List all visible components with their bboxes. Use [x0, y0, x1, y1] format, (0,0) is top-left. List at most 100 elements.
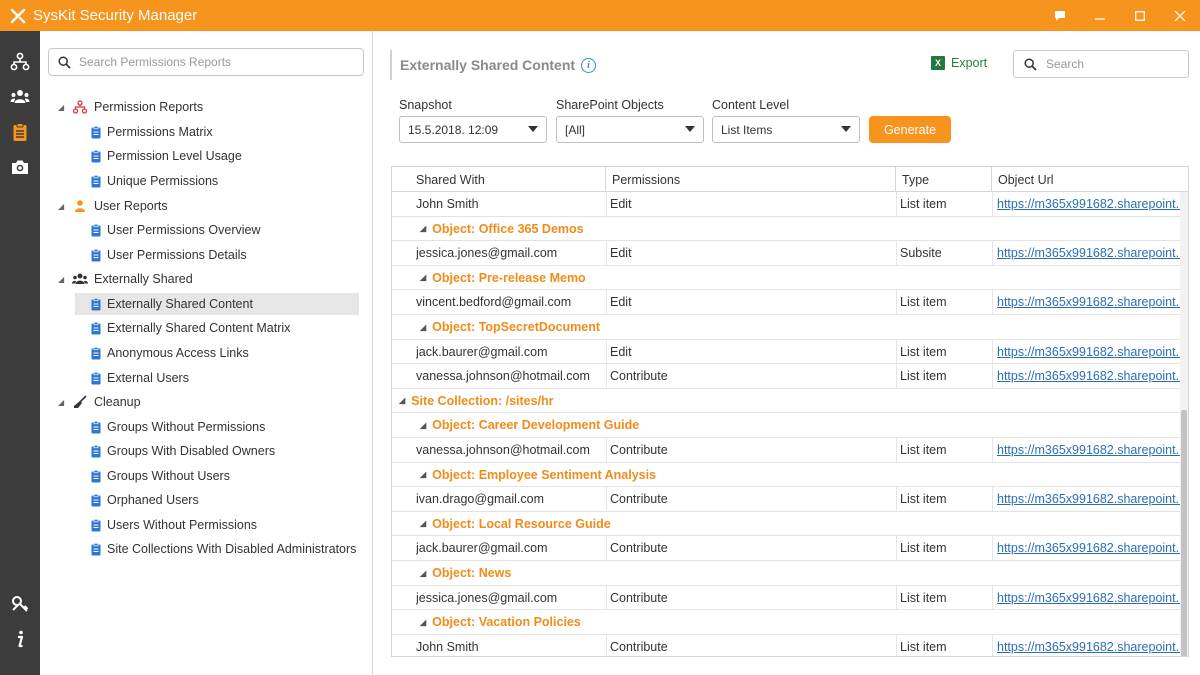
object-group-row[interactable]: ◢ Object: News — [392, 561, 1182, 586]
content-search-box[interactable] — [1013, 50, 1189, 78]
generate-button[interactable]: Generate — [869, 116, 951, 143]
object-url-link[interactable]: https://m365x991682.sharepoint... — [997, 290, 1182, 314]
object-group-row[interactable]: ◢ Object: Office 365 Demos — [392, 217, 1182, 242]
tree-item-external-users[interactable]: External Users — [40, 367, 189, 389]
site-collection-group-row[interactable]: ◢ Site Collection: /sites/hr — [392, 389, 1182, 414]
object-group-row[interactable]: ◢ Object: Employee Sentiment Analysis — [392, 463, 1182, 488]
tree-group-user-reports[interactable]: ◢ User Reports — [40, 195, 168, 217]
tree-item-permission-level-usage[interactable]: Permission Level Usage — [40, 145, 242, 167]
object-url-link[interactable]: https://m365x991682.sharepoint... — [997, 487, 1182, 511]
caret-down-icon[interactable]: ◢ — [420, 273, 426, 282]
tree-group-externally-shared[interactable]: ◢ Externally Shared — [40, 268, 193, 290]
group-header: ◢ Object: Vacation Policies — [420, 610, 581, 634]
object-group-row[interactable]: ◢ Object: Vacation Policies — [392, 610, 1182, 635]
column-header-type[interactable]: Type — [896, 167, 992, 192]
object-group-row[interactable]: ◢ Object: Career Development Guide — [392, 413, 1182, 438]
tree-group-permission-reports[interactable]: ◢ Permission Reports — [40, 96, 203, 118]
object-group-row[interactable]: ◢ Object: Pre-release Memo — [392, 266, 1182, 291]
sharepoint-objects-dropdown[interactable]: [All] — [556, 116, 704, 143]
clipboard-icon — [91, 125, 101, 139]
tree-item-anonymous-access-links[interactable]: Anonymous Access Links — [40, 342, 249, 364]
table-row[interactable]: jack.baurer@gmail.com Contribute List item… — [392, 536, 1182, 561]
tree-item-users-without-permissions[interactable]: Users Without Permissions — [40, 514, 257, 536]
object-url-link[interactable]: https://m365x991682.sharepoint... — [997, 586, 1182, 610]
table-row[interactable]: vanessa.johnson@hotmail.com Contribute Lis… — [392, 438, 1182, 463]
clipboard-icon — [91, 542, 101, 556]
users-icon[interactable] — [0, 80, 40, 114]
table-row[interactable]: John Smith Contribute List item https://m36… — [392, 634, 1182, 656]
feedback-icon[interactable] — [1040, 0, 1080, 31]
clipboard-icon — [91, 248, 101, 262]
column-header-permissions[interactable]: Permissions — [606, 167, 896, 192]
column-separator — [992, 241, 993, 266]
tree-search-input[interactable] — [79, 55, 349, 69]
caret-down-icon[interactable]: ◢ — [420, 569, 426, 578]
clipboard-icon[interactable] — [0, 115, 40, 149]
tree-item-label: Groups Without Permissions — [107, 420, 266, 434]
caret-down-icon[interactable]: ◢ — [420, 323, 426, 332]
caret-down-icon[interactable]: ◢ — [420, 421, 426, 430]
object-url-link[interactable]: https://m365x991682.sharepoint... — [997, 635, 1182, 656]
table-row[interactable]: jack.baurer@gmail.com Edit List item https:… — [392, 339, 1182, 365]
tree-item-site-collections-with-disabled-administrators[interactable]: Site Collections With Disabled Administr… — [40, 538, 356, 560]
export-button[interactable]: X Export — [931, 56, 987, 70]
table-row[interactable]: John Smith Edit List item https://m365x9916… — [392, 192, 1182, 217]
content-level-dropdown[interactable]: List Items — [712, 116, 860, 143]
caret-down-icon[interactable]: ◢ — [58, 275, 68, 284]
vertical-scrollbar[interactable] — [1180, 192, 1188, 656]
caret-down-icon[interactable]: ◢ — [58, 202, 68, 211]
tree-group-label: Externally Shared — [94, 272, 193, 286]
tree-item-user-permissions-overview[interactable]: User Permissions Overview — [40, 219, 261, 241]
info-icon[interactable] — [0, 622, 40, 656]
tree-search-box[interactable] — [48, 48, 364, 76]
tree-item-unique-permissions[interactable]: Unique Permissions — [40, 170, 218, 192]
tree-group-cleanup[interactable]: ◢ Cleanup — [40, 391, 141, 413]
column-separator — [992, 438, 993, 462]
tree-item-groups-with-disabled-owners[interactable]: Groups With Disabled Owners — [40, 440, 275, 462]
caret-down-icon[interactable]: ◢ — [399, 396, 405, 405]
org-chart-icon[interactable] — [0, 45, 40, 79]
object-group-row[interactable]: ◢ Object: Local Resource Guide — [392, 512, 1182, 537]
tree-item-permissions-matrix[interactable]: Permissions Matrix — [40, 121, 213, 143]
column-header-object-url[interactable]: Object Url — [992, 167, 1188, 192]
snapshot-dropdown[interactable]: 15.5.2018. 12:09 — [399, 116, 547, 143]
maximize-icon[interactable] — [1120, 0, 1160, 31]
column-separator — [896, 438, 897, 462]
table-row[interactable]: jessica.jones@gmail.com Edit Subsite https:… — [392, 241, 1182, 266]
object-group-row[interactable]: ◢ Object: TopSecretDocument — [392, 315, 1182, 340]
keys-icon[interactable] — [0, 587, 40, 621]
minimize-icon[interactable] — [1080, 0, 1120, 31]
info-icon[interactable]: i — [581, 57, 597, 73]
tree-item-externally-shared-content[interactable]: Externally Shared Content — [75, 293, 359, 315]
tree-item-externally-shared-content-matrix[interactable]: Externally Shared Content Matrix — [40, 317, 290, 339]
tree-item-groups-without-permissions[interactable]: Groups Without Permissions — [40, 416, 265, 438]
column-separator — [896, 487, 897, 512]
object-url-link[interactable]: https://m365x991682.sharepoint... — [997, 340, 1182, 364]
caret-down-icon[interactable]: ◢ — [420, 470, 426, 479]
caret-down-icon[interactable]: ◢ — [420, 618, 426, 627]
dropdown-arrow-icon — [685, 126, 695, 132]
column-separator — [606, 339, 607, 364]
table-row[interactable]: jessica.jones@gmail.com Contribute List it… — [392, 585, 1182, 611]
column-header-shared-with[interactable]: Shared With — [392, 167, 606, 192]
caret-down-icon[interactable]: ◢ — [58, 103, 68, 112]
tree-item-label: Unique Permissions — [107, 174, 219, 188]
object-url-link[interactable]: https://m365x991682.sharepoint... — [997, 364, 1182, 388]
scrollbar-thumb[interactable] — [1181, 410, 1187, 656]
caret-down-icon[interactable]: ◢ — [58, 398, 68, 407]
tree-item-orphaned-users[interactable]: Orphaned Users — [40, 489, 199, 511]
table-row[interactable]: ivan.drago@gmail.com Contribute List item h… — [392, 487, 1182, 512]
table-row[interactable]: vincent.bedford@gmail.com Edit List item ht… — [392, 290, 1182, 315]
object-url-link[interactable]: https://m365x991682.sharepoint... — [997, 192, 1182, 216]
content-search-input[interactable] — [1046, 57, 1186, 71]
tree-item-user-permissions-details[interactable]: User Permissions Details — [40, 244, 247, 266]
object-url-link[interactable]: https://m365x991682.sharepoint... — [997, 536, 1182, 560]
object-url-link[interactable]: https://m365x991682.sharepoint... — [997, 241, 1182, 265]
close-icon[interactable] — [1160, 0, 1200, 31]
tree-item-groups-without-users[interactable]: Groups Without Users — [40, 465, 230, 487]
caret-down-icon[interactable]: ◢ — [420, 224, 426, 233]
object-url-link[interactable]: https://m365x991682.sharepoint... — [997, 438, 1182, 462]
camera-icon[interactable] — [0, 150, 40, 184]
table-row[interactable]: vanessa.johnson@hotmail.com Contribute Lis… — [392, 364, 1182, 389]
caret-down-icon[interactable]: ◢ — [420, 519, 426, 528]
